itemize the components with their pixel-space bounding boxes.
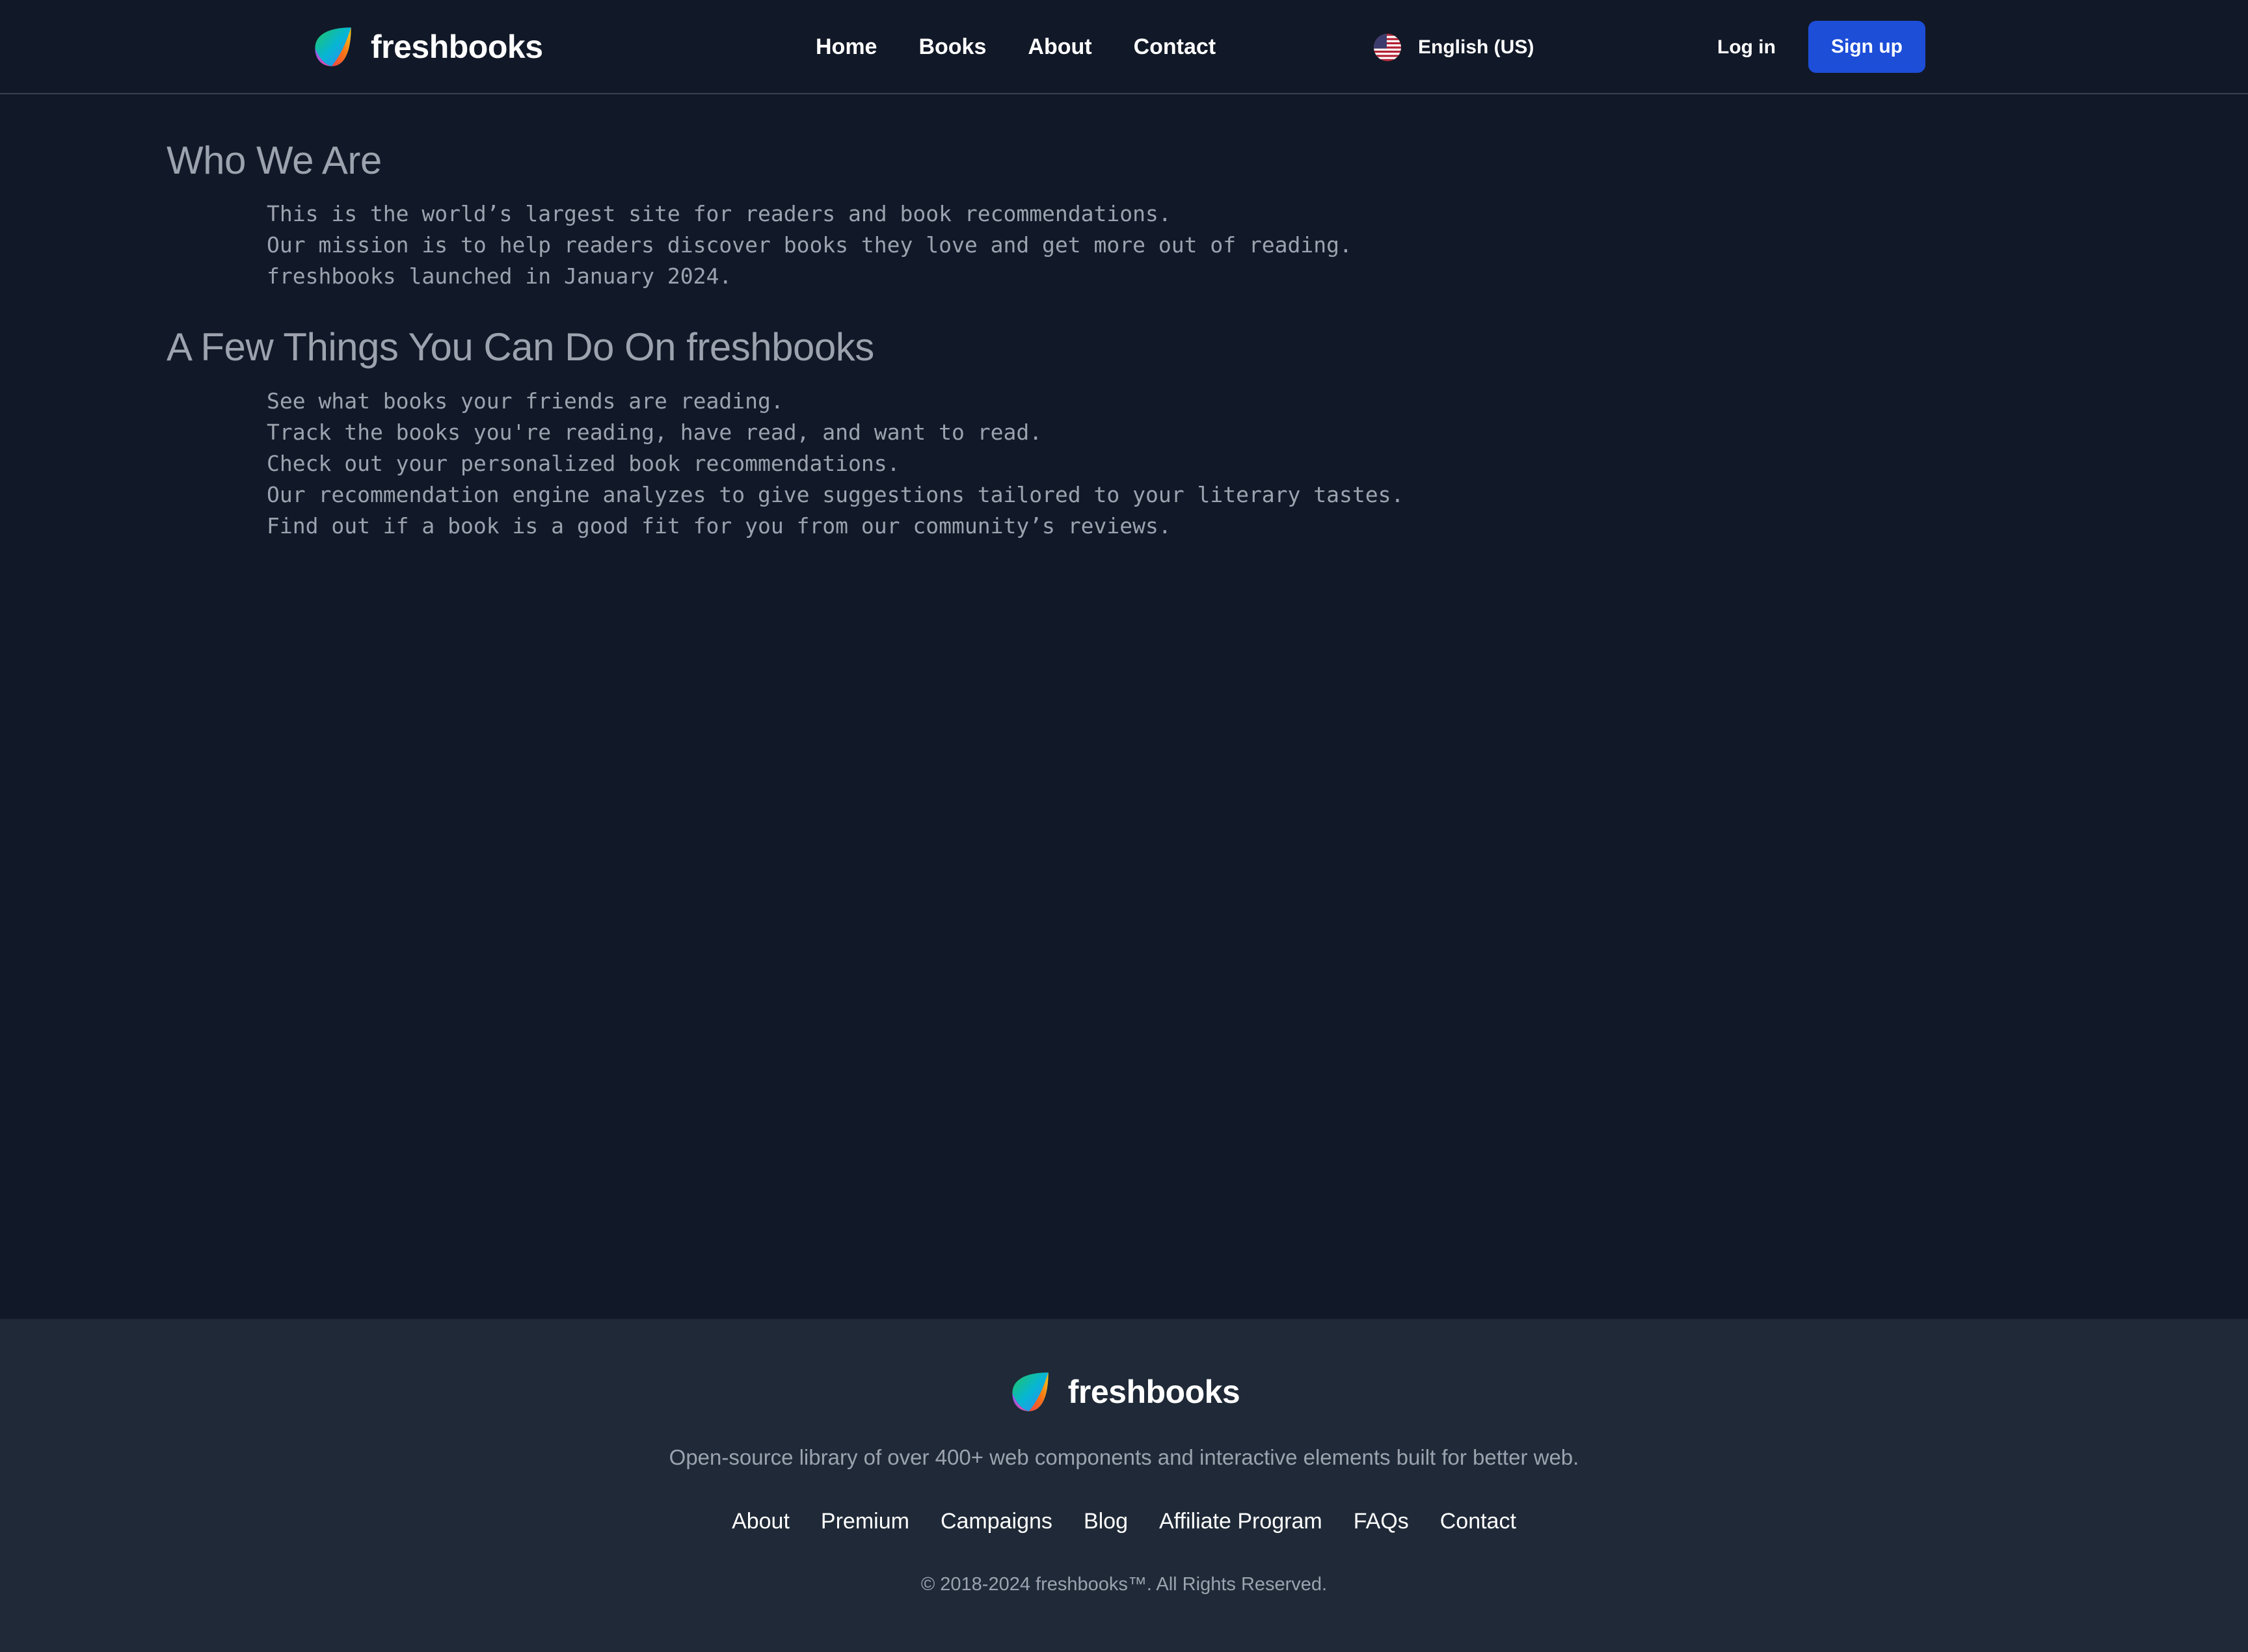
- section-body-who-we-are: This is the world’s largest site for rea…: [267, 198, 1352, 292]
- site-header: freshbooks Home Books About Contact Engl…: [0, 0, 2248, 94]
- body-line: Check out your personalized book recomme…: [267, 451, 900, 476]
- body-line: Our recommendation engine analyzes to gi…: [267, 482, 1404, 507]
- body-line: Our mission is to help readers discover …: [267, 232, 1352, 258]
- footer-link-faqs[interactable]: FAQs: [1354, 1509, 1409, 1534]
- freshbooks-logo-icon: [315, 27, 351, 66]
- language-selector[interactable]: English (US): [1374, 0, 1534, 94]
- footer-link-contact[interactable]: Contact: [1440, 1509, 1516, 1534]
- body-line: See what books your friends are reading.: [267, 388, 784, 414]
- footer-link-campaigns[interactable]: Campaigns: [941, 1509, 1052, 1534]
- main-content: Who We Are This is the world’s largest s…: [0, 96, 2248, 1318]
- login-link[interactable]: Log in: [1704, 0, 1789, 94]
- footer-links: About Premium Campaigns Blog Affiliate P…: [0, 1509, 2248, 1534]
- section-title-who-we-are: Who We Are: [167, 139, 382, 182]
- main-nav: Home Books About Contact: [816, 0, 1216, 94]
- freshbooks-logo-icon: [1012, 1372, 1049, 1411]
- footer-link-about[interactable]: About: [732, 1509, 790, 1534]
- section-body-things-you-can-do: See what books your friends are reading.…: [267, 386, 1404, 542]
- footer-link-affiliate-program[interactable]: Affiliate Program: [1159, 1509, 1322, 1534]
- site-footer: freshbooks Open-source library of over 4…: [0, 1319, 2248, 1652]
- nav-home[interactable]: Home: [816, 34, 877, 60]
- footer-link-premium[interactable]: Premium: [821, 1509, 909, 1534]
- footer-brand-link[interactable]: freshbooks: [0, 1370, 2248, 1414]
- footer-brand-name: freshbooks: [1067, 1374, 1240, 1410]
- nav-about[interactable]: About: [1028, 34, 1091, 60]
- body-line: This is the world’s largest site for rea…: [267, 201, 1171, 226]
- brand-logo-link[interactable]: freshbooks: [311, 25, 543, 69]
- nav-contact[interactable]: Contact: [1134, 34, 1216, 60]
- brand-name: freshbooks: [371, 29, 543, 65]
- body-line: Track the books you're reading, have rea…: [267, 420, 1043, 445]
- section-title-things-you-can-do: A Few Things You Can Do On freshbooks: [167, 325, 874, 369]
- footer-tagline: Open-source library of over 400+ web com…: [669, 1445, 1579, 1469]
- body-line: Find out if a book is a good fit for you…: [267, 513, 1171, 539]
- signup-button[interactable]: Sign up: [1808, 21, 1925, 73]
- us-flag-icon: [1374, 33, 1401, 61]
- footer-link-blog[interactable]: Blog: [1084, 1509, 1128, 1534]
- copyright-notice: © 2018-2024 freshbooks™. All Rights Rese…: [920, 1574, 1328, 1595]
- body-line: freshbooks launched in January 2024.: [267, 263, 732, 289]
- nav-books[interactable]: Books: [918, 34, 986, 60]
- language-label: English (US): [1418, 36, 1534, 58]
